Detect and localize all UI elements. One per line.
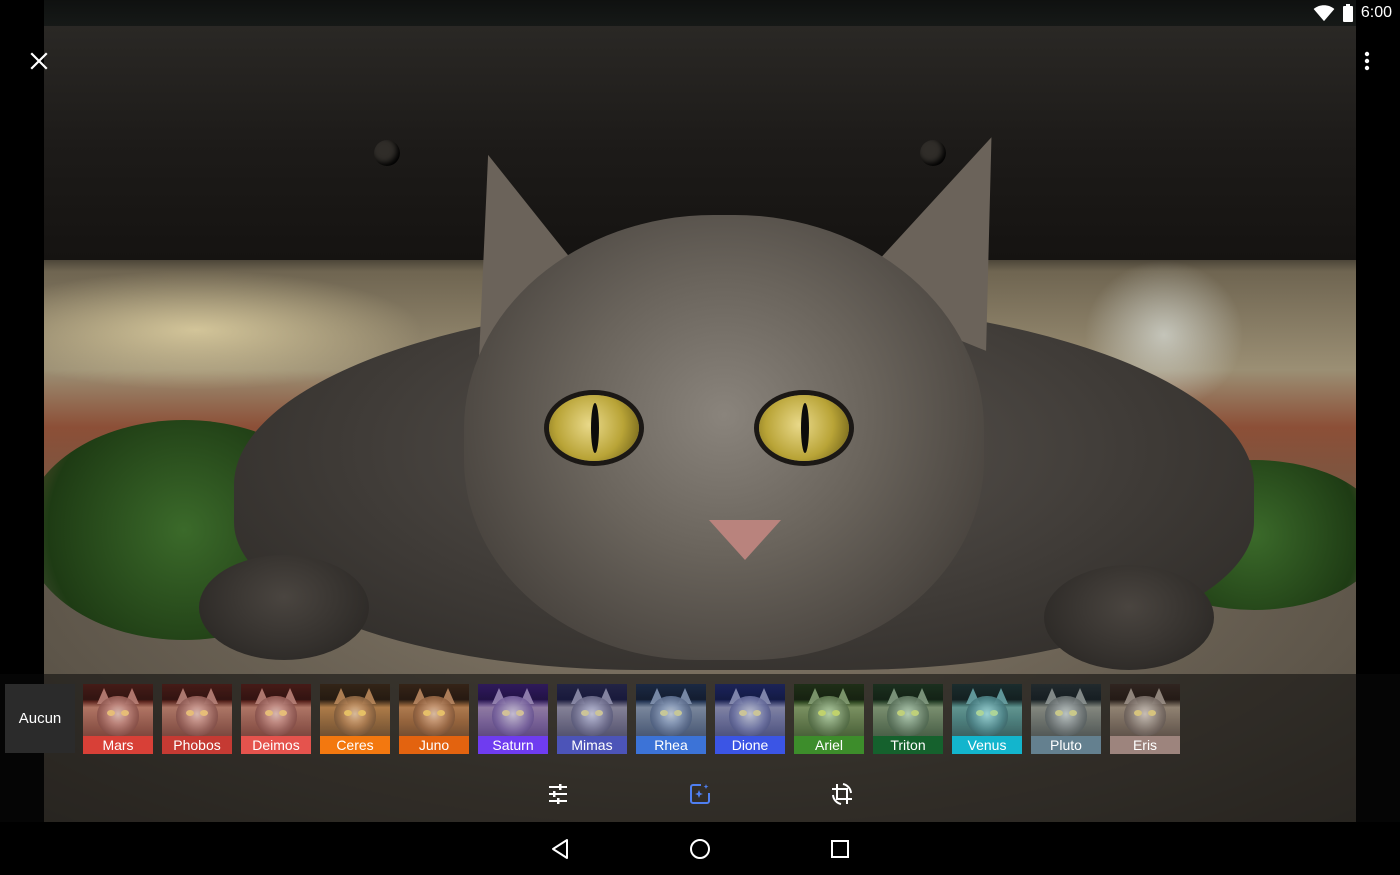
- filter-thumbnail: [636, 684, 706, 736]
- filter-label: Deimos: [241, 736, 311, 754]
- filter-thumbnail: [557, 684, 627, 736]
- back-icon: [552, 839, 568, 859]
- filter-label: Phobos: [162, 736, 232, 754]
- back-button[interactable]: [545, 834, 575, 864]
- filter-thumbnail: [794, 684, 864, 736]
- filter-item[interactable]: Rhea: [636, 684, 706, 754]
- filter-label: Eris: [1110, 736, 1180, 754]
- home-icon: [690, 839, 710, 859]
- filter-thumbnail: [952, 684, 1022, 736]
- wifi-icon: [1313, 5, 1335, 22]
- filter-thumbnail: [241, 684, 311, 736]
- filter-label: Juno: [399, 736, 469, 754]
- photo-bolt: [374, 140, 400, 166]
- filter-thumbnail: [715, 684, 785, 736]
- photo-cat-paw: [199, 555, 369, 660]
- filter-label: Ceres: [320, 736, 390, 754]
- more-options-button[interactable]: [1350, 44, 1384, 78]
- status-icons: 6:00: [1313, 0, 1392, 26]
- filter-item[interactable]: Ceres: [320, 684, 390, 754]
- edit-tools: [0, 774, 1400, 814]
- photo-cat-head: [464, 215, 984, 660]
- auto-fix-button[interactable]: [684, 778, 716, 810]
- editor-panel: Aucun Mars Phobos Deimos Ceres Juno Saturn Mim…: [0, 674, 1400, 822]
- filter-item[interactable]: Triton: [873, 684, 943, 754]
- filter-thumbnail: [1110, 684, 1180, 736]
- photo-cat-eye: [759, 395, 849, 461]
- filter-label: Dione: [715, 736, 785, 754]
- adjustments-button[interactable]: [542, 778, 574, 810]
- filter-item[interactable]: Mars: [83, 684, 153, 754]
- filter-label: Mimas: [557, 736, 627, 754]
- filter-item[interactable]: Saturn: [478, 684, 548, 754]
- filter-item[interactable]: Dione: [715, 684, 785, 754]
- crop-rotate-button[interactable]: [826, 778, 858, 810]
- status-time: 6:00: [1360, 4, 1392, 21]
- filter-item[interactable]: Ariel: [794, 684, 864, 754]
- filter-thumbnail: [1031, 684, 1101, 736]
- filter-thumbnail: [83, 684, 153, 736]
- close-icon: [30, 52, 48, 70]
- filter-thumbnail: [162, 684, 232, 736]
- photo-cat-eye: [549, 395, 639, 461]
- filter-thumbnail: [478, 684, 548, 736]
- filter-label: Saturn: [478, 736, 548, 754]
- filter-item[interactable]: Venus: [952, 684, 1022, 754]
- filter-item[interactable]: Eris: [1110, 684, 1180, 754]
- filter-item[interactable]: Pluto: [1031, 684, 1101, 754]
- filter-label: Pluto: [1031, 736, 1101, 754]
- filter-label: Mars: [83, 736, 153, 754]
- adjustments-icon: [549, 784, 567, 804]
- crop-rotate-icon: [832, 783, 852, 805]
- more-vert-icon: [1364, 51, 1370, 71]
- filter-thumbnail: [873, 684, 943, 736]
- filter-thumbnail: [399, 684, 469, 736]
- navigation-bar: [0, 822, 1400, 875]
- filter-none[interactable]: Aucun: [5, 684, 75, 753]
- home-button[interactable]: [685, 834, 715, 864]
- filter-item[interactable]: Juno: [399, 684, 469, 754]
- filter-label: Rhea: [636, 736, 706, 754]
- filter-item[interactable]: Deimos: [241, 684, 311, 754]
- filter-label: Triton: [873, 736, 943, 754]
- photo-cat-nose: [709, 520, 781, 560]
- battery-icon: [1342, 4, 1353, 22]
- photo-cat-paw: [1044, 565, 1214, 670]
- filter-strip: Mars Phobos Deimos Ceres Juno Saturn Mimas Rhea…: [83, 684, 1180, 754]
- filter-label: Ariel: [794, 736, 864, 754]
- filter-item[interactable]: Phobos: [162, 684, 232, 754]
- status-bar: 6:00: [0, 0, 1400, 26]
- filter-item[interactable]: Mimas: [557, 684, 627, 754]
- filter-thumbnail: [320, 684, 390, 736]
- close-button[interactable]: [22, 44, 56, 78]
- filter-label: Venus: [952, 736, 1022, 754]
- recents-icon: [831, 840, 849, 858]
- auto-fix-icon: [690, 784, 710, 804]
- recents-button[interactable]: [825, 834, 855, 864]
